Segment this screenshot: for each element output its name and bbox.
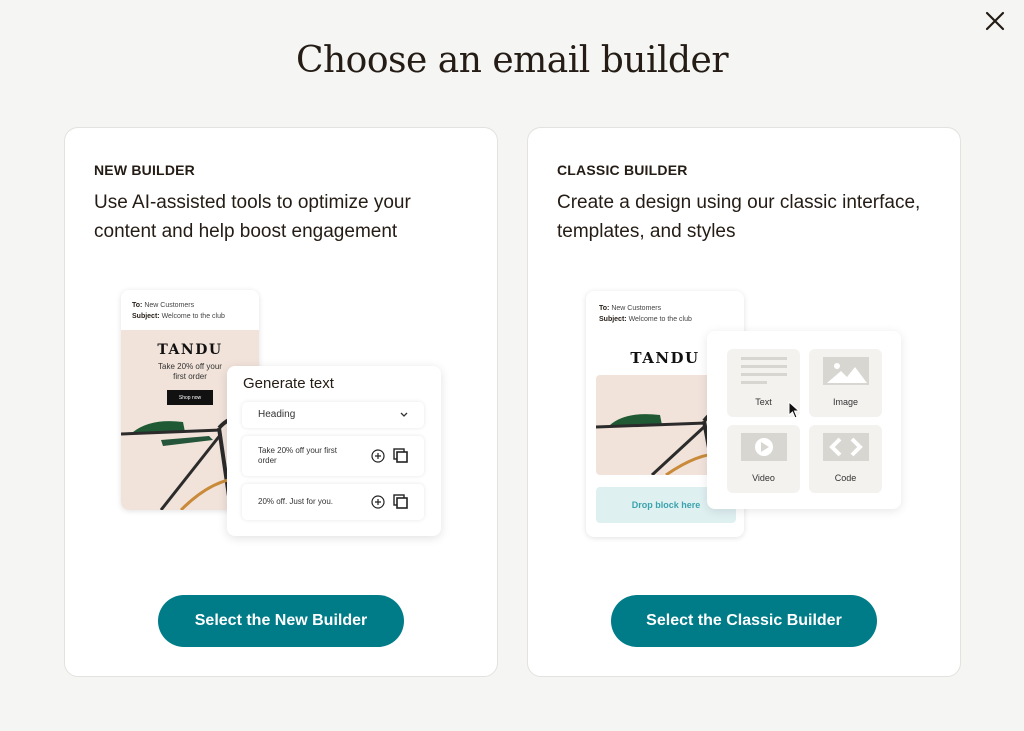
dialog-title: Choose an email builder	[295, 40, 729, 81]
email-meta: To: New Customers Subject: Welcome to th…	[586, 291, 744, 325]
content-blocks-panel: Text Image Video Code	[707, 331, 901, 509]
select-new-builder-button[interactable]: Select the New Builder	[158, 595, 404, 647]
block-label: Image	[832, 397, 858, 407]
select-classic-builder-button[interactable]: Select the Classic Builder	[611, 595, 877, 647]
to-value: New Customers	[144, 302, 195, 309]
chevron-down-icon	[400, 412, 408, 417]
copy-icon	[393, 448, 408, 463]
close-button[interactable]	[982, 8, 1008, 34]
shop-now-button: Shop now	[167, 390, 213, 405]
code-brackets-icon	[823, 433, 869, 461]
generate-text-panel: Generate text Heading Take 20% off your …	[227, 366, 441, 536]
text-lines-icon	[741, 357, 787, 384]
block-code: Code	[809, 425, 882, 493]
classic-builder-description: Create a design using our classic interf…	[557, 192, 921, 242]
offer-text: Take 20% off your first order	[158, 362, 222, 381]
mouse-cursor-icon	[788, 401, 801, 419]
add-circle-icon	[371, 495, 385, 509]
close-icon	[985, 11, 1005, 31]
new-builder-description: Use AI-assisted tools to optimize your c…	[94, 192, 411, 242]
add-circle-icon	[371, 449, 385, 463]
to-label: To:	[132, 302, 143, 309]
new-builder-eyebrow: NEW BUILDER	[94, 162, 195, 178]
new-builder-card: NEW BUILDER Use AI-assisted tools to opt…	[64, 127, 498, 677]
block-label: Video	[752, 473, 775, 483]
generate-text-title: Generate text	[243, 375, 334, 392]
suggestion-item: 20% off. Just for you.	[242, 484, 424, 520]
suggestion-item: Take 20% off your first order	[242, 436, 424, 476]
copy-icon	[393, 494, 408, 509]
classic-builder-card: CLASSIC BUILDER Create a design using ou…	[527, 127, 961, 677]
to-value: New Customers	[611, 305, 662, 312]
subject-label: Subject:	[132, 313, 160, 320]
new-builder-illustration: To: New Customers Subject: Welcome to th…	[121, 290, 441, 540]
suggestion-text: 20% off. Just for you.	[258, 497, 334, 506]
to-label: To:	[599, 305, 610, 312]
subject-value: Welcome to the club	[161, 313, 225, 320]
subject-value: Welcome to the club	[628, 316, 692, 323]
block-video: Video	[727, 425, 800, 493]
subject-label: Subject:	[599, 316, 627, 323]
video-play-icon	[741, 433, 787, 461]
block-label: Code	[834, 473, 857, 483]
email-meta: To: New Customers Subject: Welcome to th…	[121, 290, 259, 322]
block-image: Image	[809, 349, 882, 417]
dropdown-value: Heading	[258, 409, 296, 420]
brand-logo: TANDU	[157, 342, 223, 358]
suggestion-text: Take 20% off your first order	[258, 446, 337, 465]
tone-dropdown: Heading	[242, 402, 424, 428]
classic-builder-illustration: To: New Customers Subject: Welcome to th…	[586, 291, 906, 541]
image-icon	[823, 357, 869, 385]
classic-builder-eyebrow: CLASSIC BUILDER	[557, 162, 688, 178]
